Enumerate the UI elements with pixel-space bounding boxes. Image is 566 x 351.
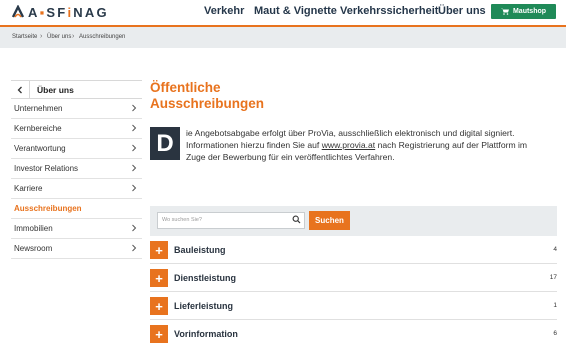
search-button[interactable]: Suchen [309,211,350,230]
accordion-dienstleistung[interactable]: + Dienstleistung 17 [150,265,557,292]
accordion-count: 6 [553,330,557,337]
breadcrumb-chevron-icon: › [40,33,43,40]
chevron-left-icon [17,86,22,93]
intro-line-3: Zuge der Bewerbung für ein veröffentlich… [186,152,395,162]
sidebar-item-label: Investor Relations [14,164,79,173]
logo-separator: ▪ [39,4,47,20]
accordion-label: Bauleistung [174,245,226,255]
plus-icon: + [150,297,168,315]
intro-line-2: Informationen hierzu finden Sie auf www.… [186,140,528,150]
logo-text: A ▪ S F i N A G [28,4,109,20]
sidebar-item-label: Immobilien [14,224,53,233]
nav-maut-vignette[interactable]: Maut & Vignette [254,5,337,17]
page-title: Öffentliche Ausschreibungen [150,80,265,111]
sidebar-item-label: Kernbereiche [14,124,62,133]
intro-line-1: ie Angebotsabgabe erfolgt über ProVia, a… [186,128,515,138]
sidebar-item-label: Ausschreibungen [14,204,82,213]
sidebar-item-label: Karriere [14,184,43,193]
asfinag-logo[interactable]: A ▪ S F i N A G [11,4,109,20]
accordion-vorinformation[interactable]: + Vorinformation 6 [150,321,557,348]
sidebar-item-kernbereiche[interactable]: Kernbereiche [11,119,142,139]
accordion-count: 17 [549,274,557,281]
accordion-bauleistung[interactable]: + Bauleistung 4 [150,237,557,264]
provia-link[interactable]: www.provia.at [322,140,376,150]
sidebar-item-unternehmen[interactable]: Unternehmen [11,99,142,119]
chevron-right-icon [132,184,137,192]
accordion-count: 1 [553,302,557,309]
accordion-label: Dienstleistung [174,273,237,283]
accordion-label: Vorinformation [174,329,238,339]
cart-icon [500,8,509,15]
nav-verkehr[interactable]: Verkehr [204,5,244,17]
breadcrumb-current: Ausschreibungen [79,34,126,40]
mautshop-button[interactable]: Mautshop [491,4,556,19]
logo-icon [11,4,25,19]
plus-icon: + [150,241,168,259]
chevron-right-icon [132,244,137,252]
sidebar-item-newsroom[interactable]: Newsroom [11,239,142,259]
sidebar-heading: Über uns [37,85,74,95]
chevron-right-icon [132,124,137,132]
accordion-label: Lieferleistung [174,301,234,311]
mautshop-label: Mautshop [512,8,547,15]
chevron-right-icon [132,144,137,152]
sidebar-item-verantwortung[interactable]: Verantwortung [11,139,142,159]
sidebar-back-button[interactable] [11,81,30,98]
search-placeholder: Wo suchen Sie? [162,217,202,223]
chevron-right-icon [132,224,137,232]
breadcrumb-ueber-uns[interactable]: Über uns [47,34,71,40]
plus-icon: + [150,325,168,343]
nav-ueber-uns[interactable]: Über uns [438,5,486,17]
chevron-right-icon [132,164,137,172]
plus-icon: + [150,269,168,287]
sidebar-item-investor-relations[interactable]: Investor Relations [11,159,142,179]
breadcrumb-chevron-icon: › [72,33,75,40]
sidebar-header [11,80,142,99]
sidebar-item-label: Unternehmen [14,104,63,113]
search-icon[interactable] [292,215,301,224]
chevron-right-icon [132,104,137,112]
breadcrumb-home[interactable]: Startseite [12,34,37,40]
accordion-lieferleistung[interactable]: + Lieferleistung 1 [150,293,557,320]
accordion-count: 4 [553,246,557,253]
sidebar-item-label: Newsroom [14,244,53,253]
sidebar-item-ausschreibungen[interactable]: Ausschreibungen [11,199,142,219]
sidebar-item-label: Verantwortung [14,144,66,153]
sidebar-item-karriere[interactable]: Karriere [11,179,142,199]
nav-verkehrssicherheit[interactable]: Verkehrssicherheit [340,5,438,17]
dropcap: D [150,127,180,160]
sidebar-item-immobilien[interactable]: Immobilien [11,219,142,239]
